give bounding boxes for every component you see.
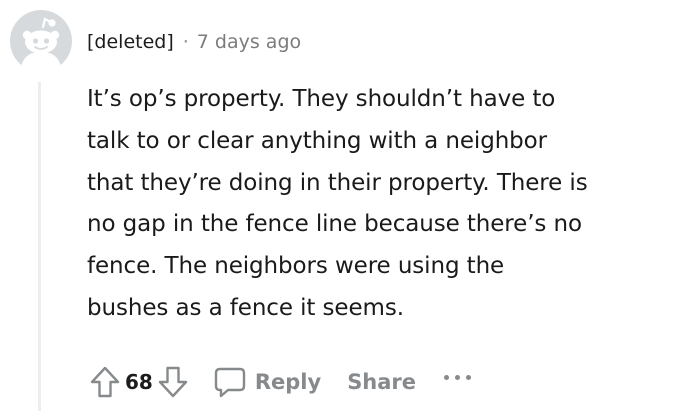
comment-meta: [deleted] · 7 days ago (87, 26, 301, 58)
comment-body-line: no gap in the fence line because there’s… (87, 211, 582, 238)
more-options-dot (455, 374, 461, 380)
upvote-arrow-icon (90, 366, 120, 398)
thread-line[interactable] (38, 82, 41, 411)
downvote-arrow-icon (158, 366, 188, 398)
comment-body-line: It’s op’s property. They shouldn’t have … (87, 86, 556, 112)
downvote-button[interactable] (151, 360, 195, 404)
vote-score: 68 (125, 370, 153, 394)
timestamp[interactable]: 7 days ago (197, 31, 301, 53)
share-button[interactable]: Share (347, 370, 416, 394)
reply-button[interactable]: Reply (213, 366, 321, 398)
comment: [deleted] · 7 days ago It’s op’s propert… (0, 0, 700, 411)
comment-body-line: fence. The neighbors were using the (87, 253, 505, 280)
more-options-dot (466, 374, 472, 380)
meta-separator: · (182, 31, 189, 53)
upvote-button[interactable] (83, 360, 127, 404)
comment-body-line: that they’re doing in their property. Th… (87, 169, 588, 196)
comment-body: It’s op’s property. They shouldn’t have … (87, 79, 687, 330)
reply-button-label: Reply (254, 370, 322, 394)
comment-body-line: talk to or clear anything with a neighbo… (87, 127, 548, 154)
comment-bubble-icon (214, 367, 246, 398)
comment-actions: 68 Reply Share (83, 360, 472, 404)
more-options-dot (444, 374, 450, 380)
more-options-button[interactable] (444, 367, 472, 397)
author-name: [deleted] (87, 31, 174, 53)
comment-body-line: bushes as a fence it seems. (87, 294, 404, 321)
snoo-avatar-icon[interactable] (10, 10, 72, 72)
